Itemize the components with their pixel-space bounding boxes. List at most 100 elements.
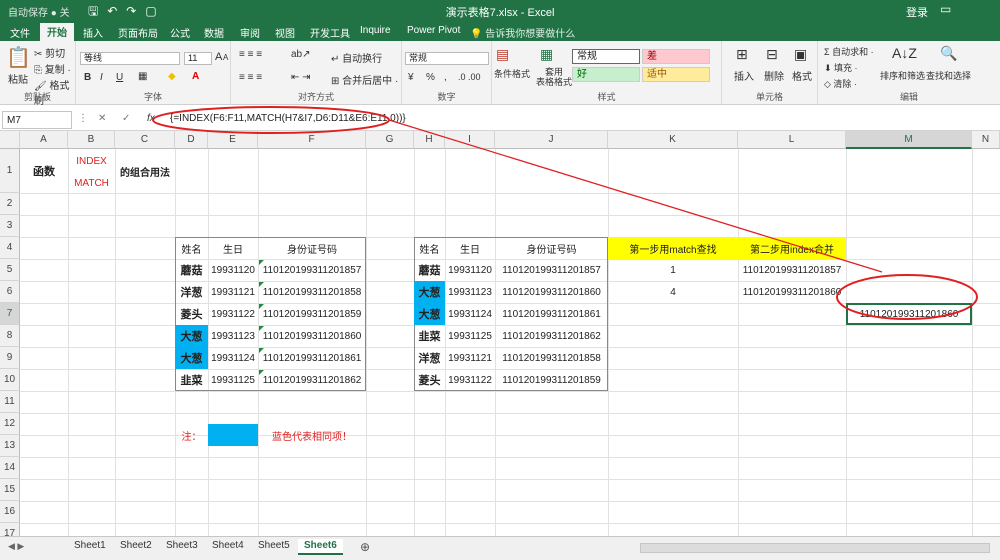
- tab-power-pivot[interactable]: Power Pivot: [407, 25, 460, 36]
- col-header-i[interactable]: I: [445, 131, 495, 149]
- decimal-icon[interactable]: .0 .00: [458, 72, 481, 82]
- right-birthday-3[interactable]: 19931124: [445, 303, 495, 325]
- font-color-icon[interactable]: A: [192, 71, 199, 82]
- align-left-icon[interactable]: ≡ ≡ ≡: [239, 72, 262, 83]
- sort-filter-button[interactable]: 排序和筛选: [880, 69, 925, 82]
- style-bad[interactable]: 差: [642, 49, 710, 64]
- row-header-12[interactable]: 12: [0, 413, 20, 435]
- right-birthday-1[interactable]: 19931120: [445, 259, 495, 281]
- tab-formulas[interactable]: 公式: [170, 25, 190, 40]
- tell-me-box[interactable]: 💡 告诉我你想要做什么: [470, 25, 575, 40]
- formula-input[interactable]: {=INDEX(F6:F11,MATCH(H7&I7,D6:D11&E6:E11…: [170, 113, 406, 124]
- col-header-h[interactable]: H: [414, 131, 445, 149]
- select-all[interactable]: [0, 131, 20, 149]
- right-id-2[interactable]: 110120199311201860: [495, 281, 608, 303]
- left-id-2[interactable]: 110120199311201858: [258, 281, 366, 303]
- step2-value-2[interactable]: 110120199311201860: [738, 281, 846, 303]
- tab-page-layout[interactable]: 页面布局: [118, 25, 158, 40]
- merge-center-button[interactable]: ⊞ 合并后居中 ·: [331, 72, 398, 87]
- right-birthday-2[interactable]: 19931123: [445, 281, 495, 303]
- row-header-5[interactable]: 5: [0, 259, 20, 281]
- clear-button[interactable]: ◇ 清除 ·: [824, 77, 857, 90]
- col-header-g[interactable]: G: [366, 131, 414, 149]
- step1-value-1[interactable]: 1: [608, 259, 738, 281]
- col-header-c[interactable]: C: [115, 131, 175, 149]
- delete-cells-button[interactable]: 删除: [764, 68, 784, 83]
- tab-file[interactable]: 文件: [10, 25, 30, 40]
- col-header-e[interactable]: E: [208, 131, 258, 149]
- left-id-6[interactable]: 110120199311201862: [258, 369, 366, 391]
- row-header-4[interactable]: 4: [0, 237, 20, 259]
- tab-inquire[interactable]: Inquire: [360, 25, 391, 36]
- left-id-4[interactable]: 110120199311201860: [258, 325, 366, 347]
- grow-font-icon[interactable]: A: [215, 51, 222, 63]
- row-header-10[interactable]: 10: [0, 369, 20, 391]
- col-header-l[interactable]: L: [738, 131, 846, 149]
- currency-icon[interactable]: ¥: [408, 72, 414, 83]
- style-neutral[interactable]: 适中: [642, 67, 710, 82]
- right-birthday-4[interactable]: 19931125: [445, 325, 495, 347]
- more-icon[interactable]: ⋮: [78, 113, 88, 124]
- right-name-6[interactable]: 菱头: [414, 369, 445, 391]
- left-id-1[interactable]: 110120199311201857: [258, 259, 366, 281]
- row-header-11[interactable]: 11: [0, 391, 20, 413]
- indent-icon[interactable]: ⇤ ⇥: [291, 72, 311, 83]
- row-header-1[interactable]: 1: [0, 149, 20, 193]
- sheet-tab-2[interactable]: Sheet2: [114, 539, 158, 555]
- sheet-tab-6[interactable]: Sheet6: [298, 539, 343, 555]
- left-birthday-2[interactable]: 19931121: [208, 281, 258, 303]
- left-birthday-4[interactable]: 19931123: [208, 325, 258, 347]
- step1-value-2[interactable]: 4: [608, 281, 738, 303]
- paste-button[interactable]: 粘贴: [8, 71, 28, 86]
- step2-value-1[interactable]: 110120199311201857: [738, 259, 846, 281]
- enter-icon[interactable]: ✓: [122, 113, 130, 124]
- right-name-4[interactable]: 韭菜: [414, 325, 445, 347]
- left-birthday-5[interactable]: 19931124: [208, 347, 258, 369]
- left-header-name[interactable]: 姓名: [175, 237, 208, 259]
- function-icon[interactable]: fx: [147, 113, 155, 124]
- format-cells-button[interactable]: 格式: [792, 68, 812, 83]
- right-id-4[interactable]: 110120199311201862: [495, 325, 608, 347]
- cancel-icon[interactable]: ✕: [98, 113, 106, 124]
- row-header-7[interactable]: 7: [0, 303, 20, 325]
- sheet-tab-3[interactable]: Sheet3: [160, 539, 204, 555]
- tab-home[interactable]: 开始: [40, 23, 74, 42]
- sheet-tab-4[interactable]: Sheet4: [206, 539, 250, 555]
- right-header-id[interactable]: 身份证号码: [495, 237, 608, 259]
- left-id-3[interactable]: 110120199311201859: [258, 303, 366, 325]
- row-header-9[interactable]: 9: [0, 347, 20, 369]
- left-birthday-3[interactable]: 19931122: [208, 303, 258, 325]
- row-header-3[interactable]: 3: [0, 215, 20, 237]
- cell-b1-index[interactable]: INDEX: [68, 151, 115, 171]
- border-icon[interactable]: ▦: [138, 71, 147, 82]
- left-name-6[interactable]: 韭菜: [175, 369, 208, 391]
- left-name-1[interactable]: 蘑菇: [175, 259, 208, 281]
- tab-data[interactable]: 数据: [204, 25, 224, 40]
- number-format-select[interactable]: 常规: [405, 52, 489, 65]
- right-name-1[interactable]: 蘑菇: [414, 259, 445, 281]
- col-header-f[interactable]: F: [258, 131, 366, 149]
- left-birthday-1[interactable]: 19931120: [208, 259, 258, 281]
- add-sheet-icon[interactable]: ⊕: [360, 540, 370, 554]
- tab-review[interactable]: 审阅: [240, 25, 260, 40]
- find-select-icon[interactable]: 🔍: [940, 45, 957, 62]
- orientation-icon[interactable]: ab↗: [291, 49, 311, 60]
- right-id-1[interactable]: 110120199311201857: [495, 259, 608, 281]
- left-name-5[interactable]: 大葱: [175, 347, 208, 369]
- col-header-b[interactable]: B: [68, 131, 115, 149]
- autosum-button[interactable]: Σ 自动求和 ·: [824, 45, 874, 58]
- worksheet-grid[interactable]: A B C D E F G H I J K L M N 1 2 3 4 5 6 …: [0, 131, 1000, 536]
- col-header-n[interactable]: N: [972, 131, 1000, 149]
- note-label[interactable]: 注：: [175, 424, 208, 446]
- copy-button[interactable]: ⎘ 复制 ·: [34, 61, 71, 76]
- right-id-6[interactable]: 110120199311201859: [495, 369, 608, 391]
- format-as-table-button[interactable]: 套用 表格格式: [536, 67, 572, 87]
- tab-view[interactable]: 视图: [275, 25, 295, 40]
- style-normal[interactable]: 常规: [572, 49, 640, 64]
- col-header-j[interactable]: J: [495, 131, 608, 149]
- right-name-5[interactable]: 洋葱: [414, 347, 445, 369]
- tab-developer[interactable]: 开发工具: [310, 25, 350, 40]
- left-header-id[interactable]: 身份证号码: [258, 237, 366, 259]
- conditional-format-button[interactable]: 条件格式: [494, 67, 530, 80]
- insert-cells-icon[interactable]: ⊞: [736, 46, 748, 63]
